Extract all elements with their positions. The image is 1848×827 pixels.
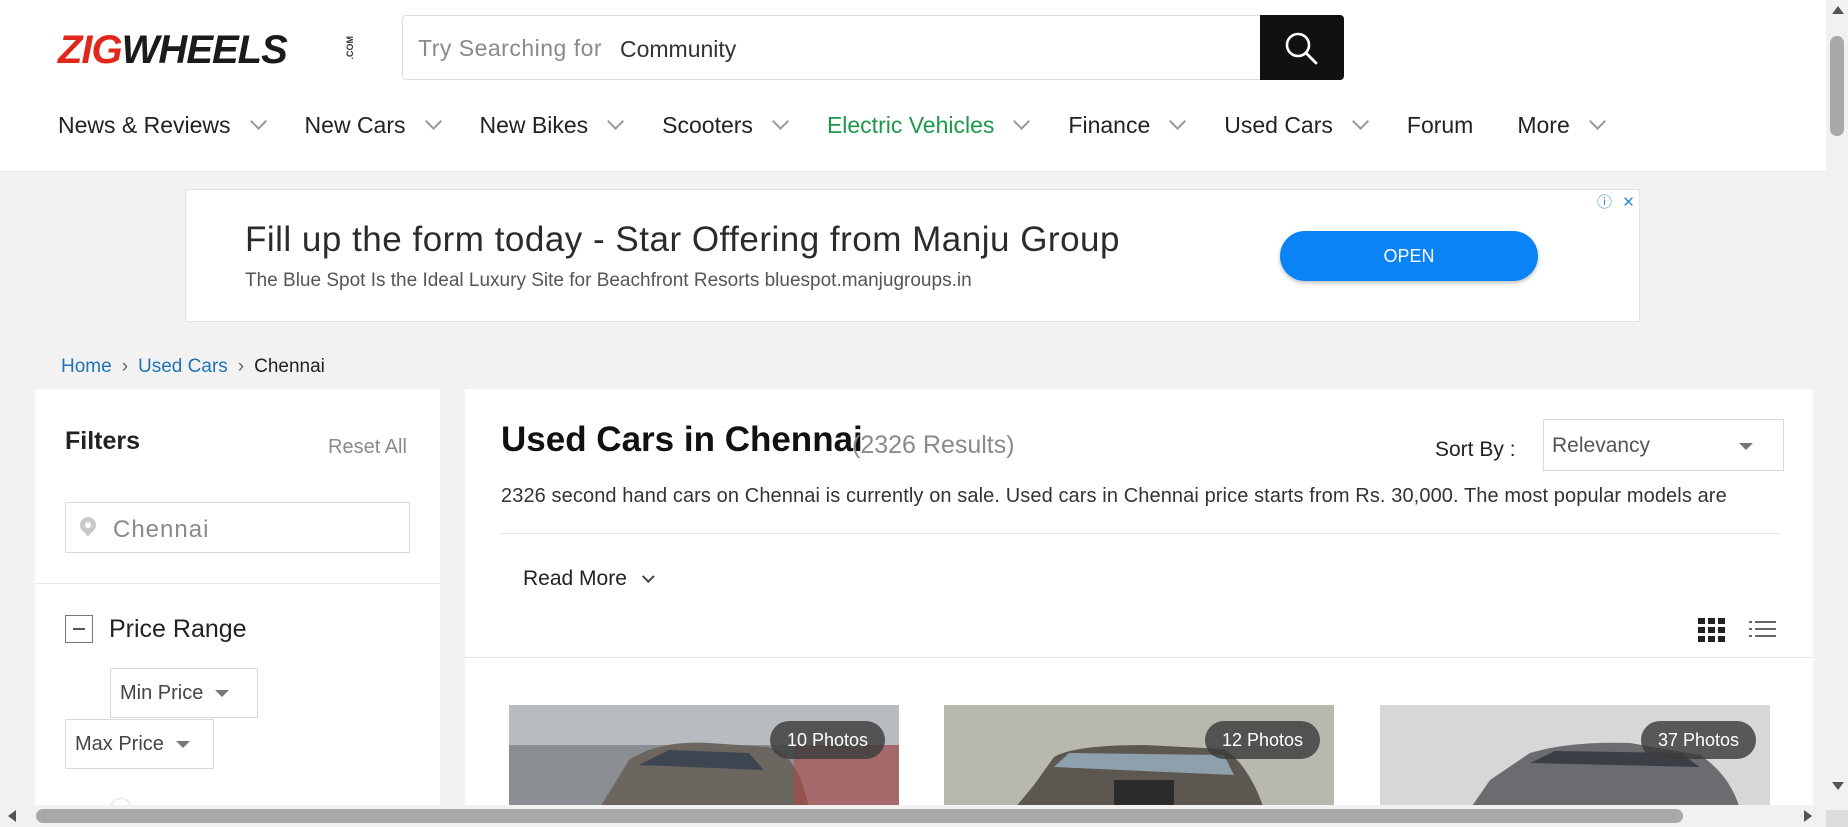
grid-view-icon[interactable] <box>1698 618 1725 642</box>
city-input-value: Chennai <box>113 516 210 543</box>
logo-suffix: .COM <box>345 36 355 60</box>
city-input[interactable]: Chennai <box>65 502 410 553</box>
nav-new-bikes[interactable]: New Bikes <box>479 111 625 139</box>
breadcrumb-separator: › <box>237 356 245 377</box>
max-price-select[interactable]: Max Price <box>65 719 214 769</box>
ad-open-button[interactable]: OPEN <box>1280 231 1538 281</box>
vertical-scrollbar[interactable] <box>1826 0 1848 810</box>
ad-banner[interactable]: Fill up the form today - Star Offering f… <box>185 189 1640 322</box>
logo-text-wheels: WHEELS <box>121 28 288 72</box>
nav-label: Scooters <box>662 111 753 138</box>
scroll-thumb[interactable] <box>36 809 1683 823</box>
breadcrumb-current: Chennai <box>254 356 325 377</box>
chevron-down-icon <box>1588 112 1606 130</box>
chevron-down-icon <box>424 112 442 130</box>
ad-subtitle[interactable]: The Blue Spot Is the Ideal Luxury Site f… <box>245 270 972 292</box>
filters-title: Filters <box>65 427 141 455</box>
caret-down-icon <box>215 690 230 698</box>
read-more-label: Read More <box>523 567 627 590</box>
logo-text-zig: ZIG <box>58 28 123 72</box>
nav-label: New Cars <box>304 111 406 138</box>
list-view-icon[interactable] <box>1749 618 1776 642</box>
min-price-label: Min Price <box>120 682 204 704</box>
scroll-right-arrow-icon[interactable] <box>1804 810 1812 822</box>
chevron-down-icon <box>641 569 655 583</box>
ad-controls: ⓘ ✕ <box>1594 192 1640 214</box>
search-button[interactable] <box>1260 15 1344 80</box>
photo-count-badge: 10 Photos <box>769 721 885 759</box>
nav-label: Forum <box>1406 111 1474 138</box>
breadcrumb-separator: › <box>121 356 129 377</box>
photo-count-badge: 37 Photos <box>1640 721 1756 759</box>
read-more-button[interactable]: Read More <box>523 567 655 591</box>
site-header: ZIGWHEELS .COM Try Searching for Communit… <box>0 0 1826 172</box>
car-card[interactable]: 10 Photos <box>509 705 899 809</box>
zigwheels-logo[interactable]: ZIGWHEELS .COM <box>58 28 355 72</box>
scrollbar-corner <box>1826 810 1848 827</box>
sort-label: Sort By : <box>1435 438 1516 461</box>
nav-finance[interactable]: Finance <box>1068 111 1187 139</box>
nav-scooters[interactable]: Scooters <box>662 111 789 139</box>
car-card[interactable]: 12 Photos <box>944 705 1334 809</box>
nav-used-cars[interactable]: Used Cars <box>1224 111 1369 139</box>
caret-down-icon <box>175 741 190 749</box>
main-nav: News & Reviews New Cars New Bikes Scoote… <box>58 110 1644 140</box>
chevron-down-icon <box>771 112 789 130</box>
info-icon[interactable]: ⓘ <box>1594 192 1615 213</box>
sort-value: Relevancy <box>1552 434 1651 457</box>
scroll-down-arrow-icon[interactable] <box>1832 782 1844 790</box>
results-count: (2326 Results) <box>852 431 1015 459</box>
collapse-toggle[interactable] <box>65 615 93 643</box>
location-pin-icon <box>76 513 100 537</box>
close-icon[interactable]: ✕ <box>1618 192 1639 213</box>
listing-description: 2326 second hand cars on Chennai is curr… <box>501 485 1727 507</box>
car-card[interactable]: 37 Photos <box>1380 705 1770 809</box>
nav-forum[interactable]: Forum <box>1407 112 1473 139</box>
reset-all-link[interactable]: Reset All <box>328 436 407 459</box>
search-box[interactable]: Try Searching for Community <box>402 15 1344 80</box>
price-range-title[interactable]: Price Range <box>109 615 247 644</box>
ad-title[interactable]: Fill up the form today - Star Offering f… <box>245 220 1120 260</box>
nav-label: New Bikes <box>479 111 589 138</box>
caret-down-icon <box>1739 443 1753 450</box>
nav-new-cars[interactable]: New Cars <box>304 111 442 139</box>
chevron-down-icon <box>1351 112 1369 130</box>
divider <box>35 583 440 584</box>
nav-more[interactable]: More <box>1517 111 1606 139</box>
sort-select[interactable]: Relevancy <box>1543 419 1784 471</box>
nav-label: Finance <box>1068 111 1151 138</box>
scroll-thumb[interactable] <box>1830 36 1844 136</box>
breadcrumb: Home › Used Cars › Chennai <box>61 356 325 378</box>
nav-news-reviews[interactable]: News & Reviews <box>58 111 267 139</box>
breadcrumb-used-cars[interactable]: Used Cars <box>138 356 228 378</box>
divider <box>465 657 1813 658</box>
breadcrumb-home[interactable]: Home <box>61 356 112 378</box>
nav-electric-vehicles[interactable]: Electric Vehicles <box>826 111 1031 139</box>
scroll-up-arrow-icon[interactable] <box>1832 6 1844 14</box>
chevron-down-icon <box>249 112 267 130</box>
max-price-label: Max Price <box>75 733 164 755</box>
nav-label: Used Cars <box>1224 111 1333 138</box>
chevron-down-icon <box>607 112 625 130</box>
chevron-down-icon <box>1169 112 1187 130</box>
horizontal-scrollbar[interactable] <box>0 805 1826 827</box>
filters-panel: Filters Reset All Chennai Price Range Mi… <box>35 389 440 809</box>
photo-count-badge: 12 Photos <box>1204 721 1320 759</box>
nav-label: More <box>1517 111 1570 138</box>
min-price-select[interactable]: Min Price <box>110 668 258 718</box>
nav-label: Electric Vehicles <box>826 111 995 138</box>
listing-panel: Used Cars in Chennai (2326 Results) Sort… <box>465 389 1813 809</box>
search-input[interactable]: Community <box>620 36 736 63</box>
chevron-down-icon <box>1013 112 1031 130</box>
search-icon <box>1285 32 1318 65</box>
nav-label: News & Reviews <box>58 111 231 138</box>
scroll-left-arrow-icon[interactable] <box>8 810 16 822</box>
page-title: Used Cars in Chennai <box>501 420 863 459</box>
divider <box>501 533 1779 534</box>
search-prefix: Try Searching for <box>418 35 603 61</box>
